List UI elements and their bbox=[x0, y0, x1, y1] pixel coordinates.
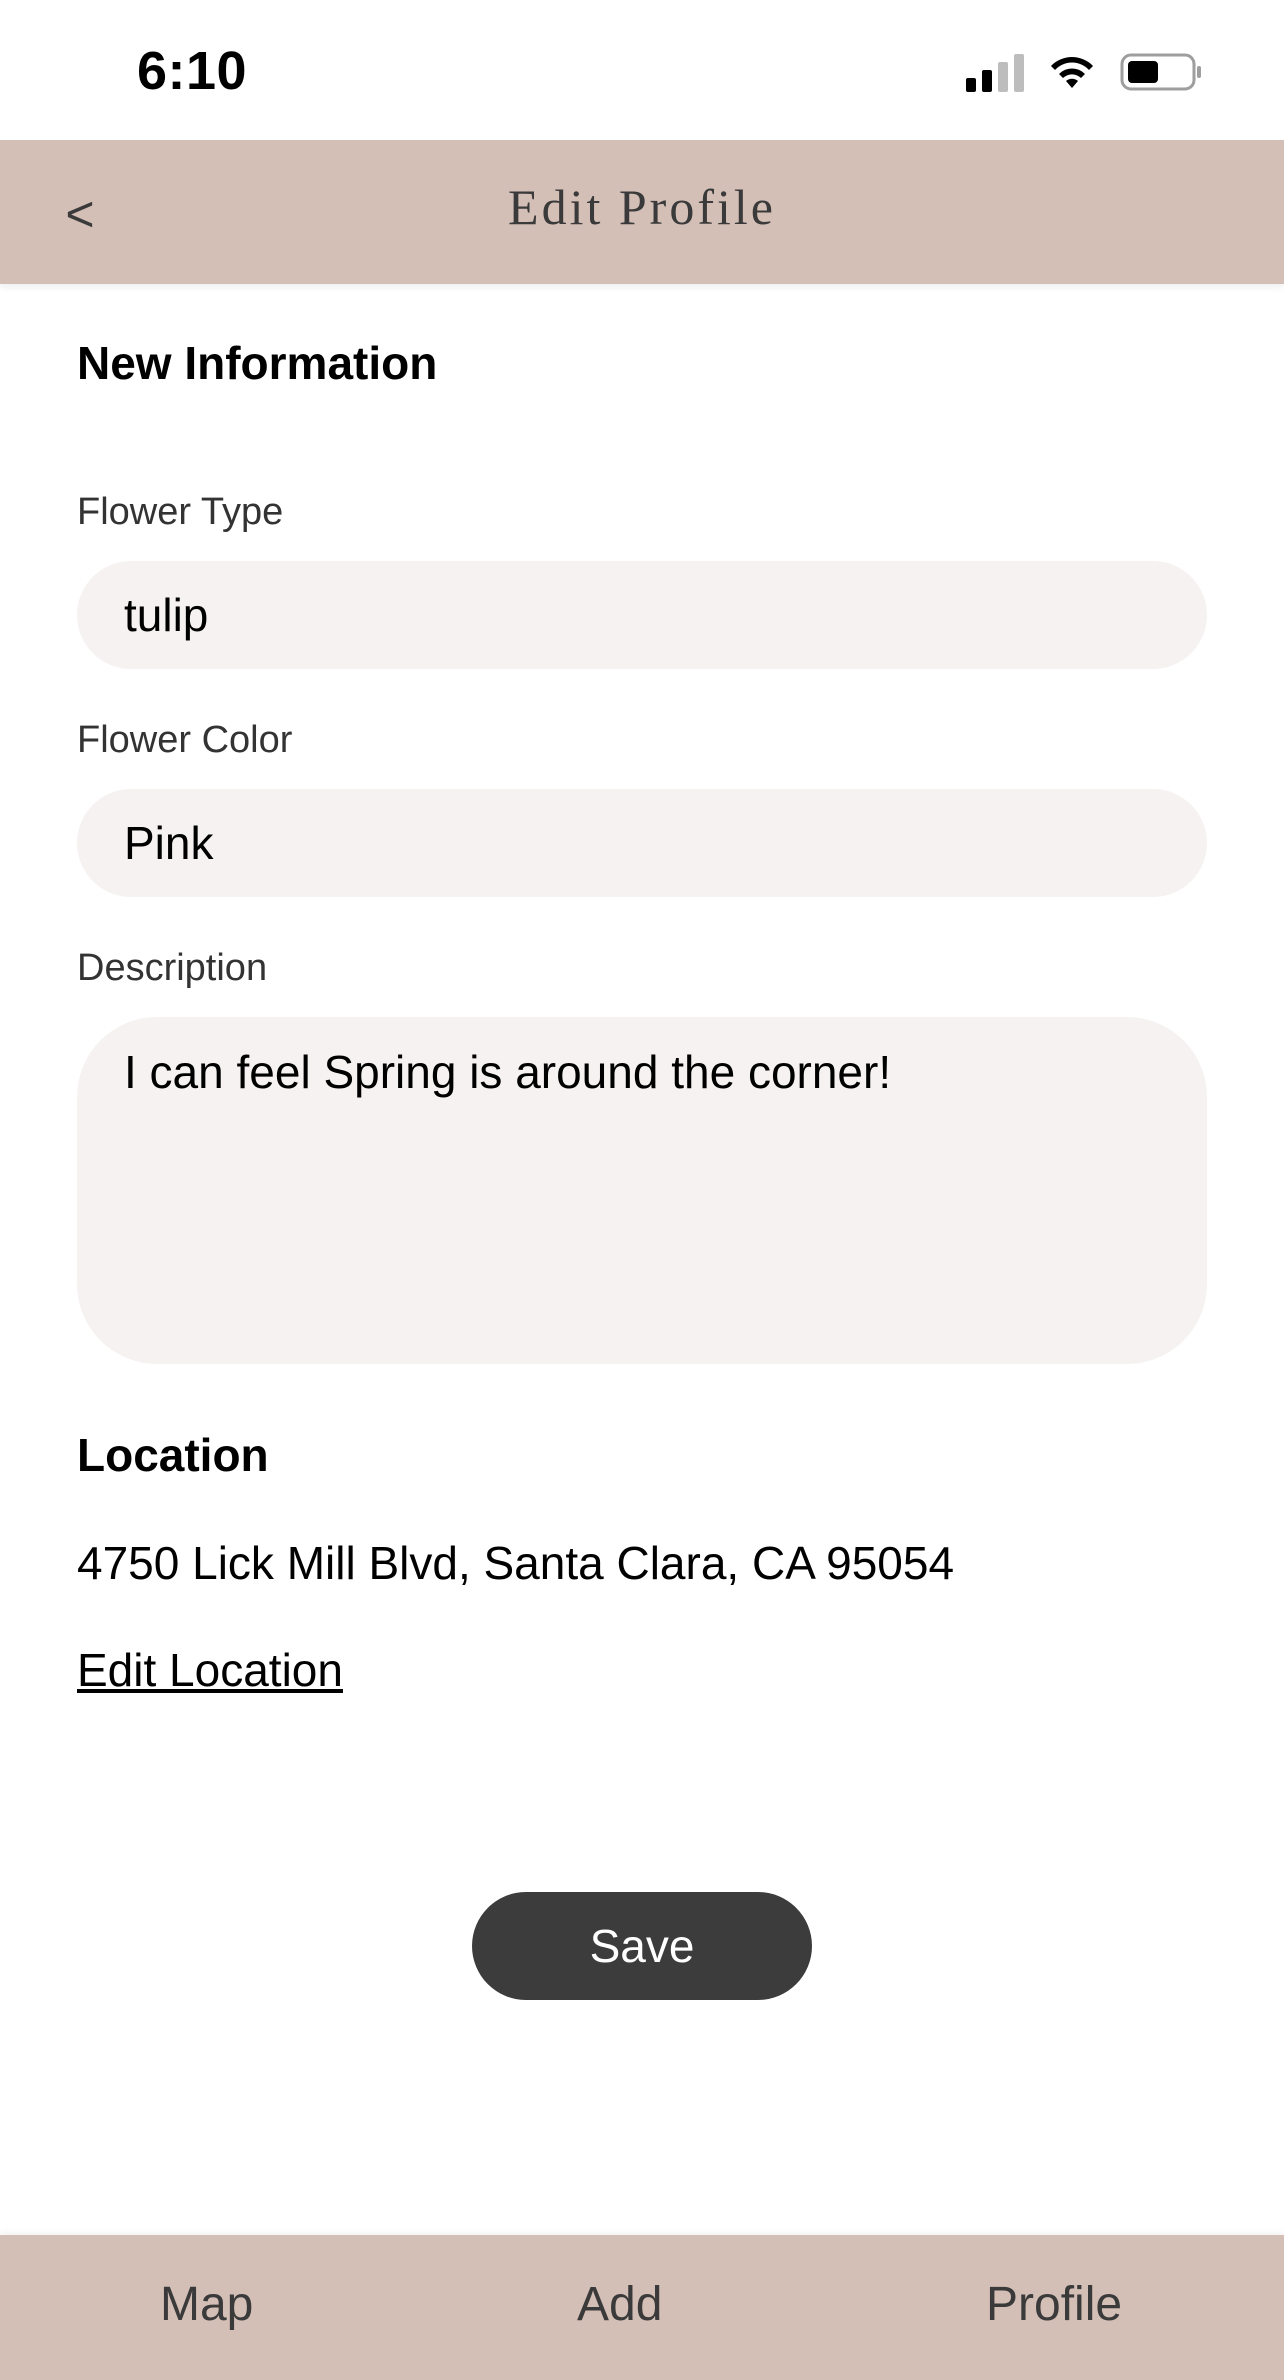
new-information-heading: New Information bbox=[77, 337, 438, 389]
cellular-signal-icon bbox=[966, 52, 1024, 92]
nav-item-map[interactable]: Map bbox=[160, 2277, 253, 2332]
wifi-icon bbox=[1051, 57, 1093, 88]
description-label: Description bbox=[77, 947, 268, 989]
status-icons bbox=[966, 50, 1204, 94]
edit-location-link[interactable]: Edit Location bbox=[77, 1643, 343, 1697]
battery-icon bbox=[1120, 53, 1201, 91]
bottom-nav: Map Add Profile bbox=[0, 2235, 1284, 2380]
save-button[interactable]: Save bbox=[472, 1892, 812, 2000]
status-bar: 6:10 bbox=[0, 0, 1284, 140]
page-title: Edit Profile bbox=[508, 179, 776, 235]
location-heading: Location bbox=[77, 1429, 269, 1481]
app-header: < Edit Profile bbox=[0, 140, 1284, 284]
status-time: 6:10 bbox=[137, 41, 248, 101]
description-textarea[interactable]: I can feel Spring is around the corner! bbox=[77, 1017, 1207, 1364]
nav-item-add[interactable]: Add bbox=[577, 2277, 662, 2332]
flower-color-label: Flower Color bbox=[77, 719, 293, 761]
nav-item-profile[interactable]: Profile bbox=[986, 2277, 1122, 2332]
edit-profile-screen: 6:10 < Edit Profile New Information Flow… bbox=[0, 0, 1284, 2380]
flower-type-label: Flower Type bbox=[77, 491, 284, 533]
flower-color-input[interactable]: Pink bbox=[77, 789, 1207, 897]
location-address: 4750 Lick Mill Blvd, Santa Clara, CA 950… bbox=[77, 1537, 955, 1589]
flower-type-input[interactable]: tulip bbox=[77, 561, 1207, 669]
